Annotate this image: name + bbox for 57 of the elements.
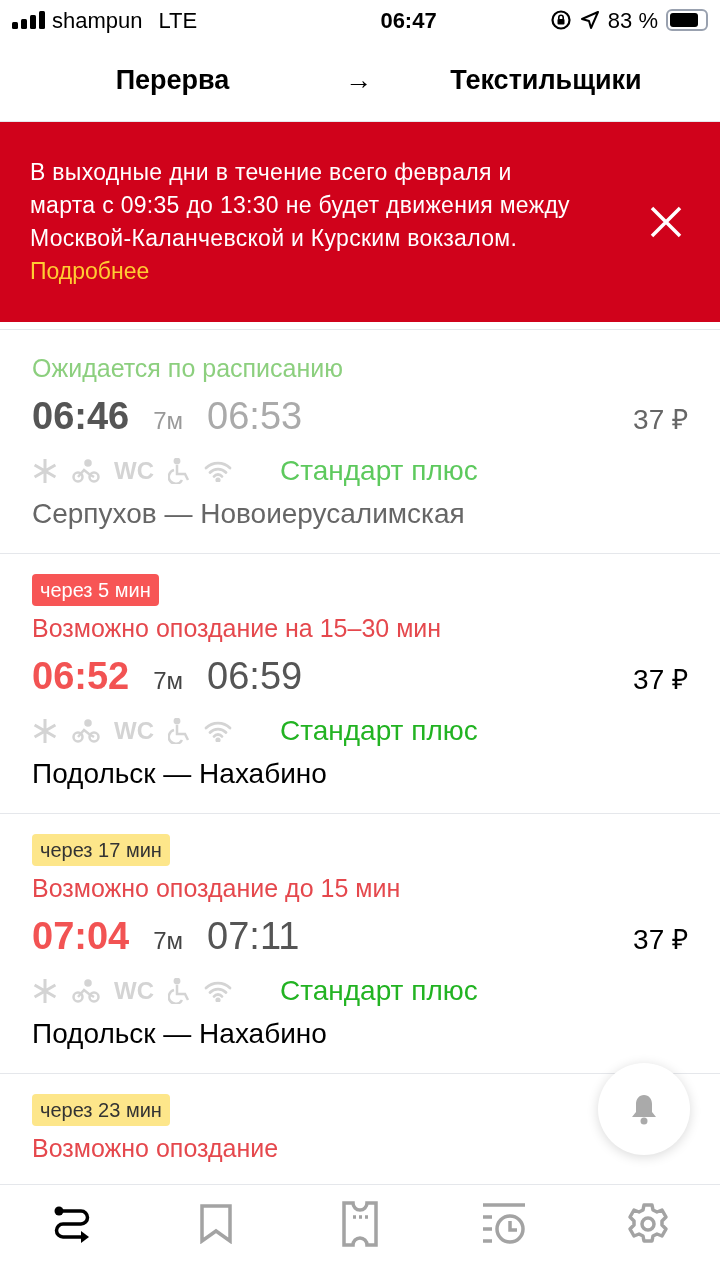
snowflake-icon — [32, 978, 58, 1004]
snowflake-icon — [32, 458, 58, 484]
trip-duration: 7м — [153, 926, 184, 956]
wheelchair-icon — [168, 978, 190, 1004]
trip-duration: 7м — [153, 666, 184, 696]
wifi-icon — [204, 980, 232, 1002]
train-route: Серпухов — Новоиерусалимская — [32, 497, 466, 531]
departure-time: 07:04 — [32, 914, 130, 959]
departure-time: 06:46 — [32, 394, 130, 439]
trip-duration: 7м — [153, 406, 184, 436]
train-route: Подольск — Нахабино — [32, 757, 328, 791]
train-route: Подольск — Нахабино — [32, 1017, 328, 1051]
signal-icon — [12, 11, 46, 29]
bookmark-icon[interactable] — [199, 1204, 233, 1244]
history-icon[interactable] — [482, 1203, 526, 1245]
tariff-name: Стандарт плюс — [280, 714, 478, 748]
battery-percent: 83 % — [607, 6, 658, 35]
clock: 06:47 — [380, 6, 437, 35]
direction-arrow: → — [345, 64, 372, 98]
wheelchair-icon — [168, 458, 190, 484]
carrier-name: shampun — [52, 6, 143, 35]
destination-station[interactable]: Текстильщики — [450, 60, 642, 101]
bicycle-icon — [72, 719, 100, 743]
network-type: LTE — [158, 6, 198, 35]
arrival-time: 07:11 — [207, 914, 300, 959]
rotation-lock-icon — [549, 9, 572, 31]
arrival-time: 06:59 — [207, 654, 303, 699]
train-status: Возможно опоздание на 15–30 мин — [32, 613, 443, 644]
ticket-icon[interactable] — [342, 1201, 378, 1247]
arrival-time: 06:53 — [207, 394, 303, 439]
battery-icon — [666, 9, 708, 31]
origin-station[interactable]: Перерва — [115, 60, 230, 101]
departure-countdown: через 5 мин — [32, 574, 159, 606]
departure-countdown: через 23 мин — [32, 1094, 170, 1126]
wheelchair-icon — [168, 718, 190, 744]
departure-countdown: через 17 мин — [32, 834, 170, 866]
bicycle-icon — [72, 459, 100, 483]
ticket-price: 37 ₽ — [633, 403, 688, 437]
bell-icon — [630, 1093, 658, 1125]
location-arrow-icon — [579, 10, 600, 30]
bicycle-icon — [72, 979, 100, 1003]
ticket-price: 37 ₽ — [633, 663, 688, 697]
notifications-button[interactable] — [598, 1063, 690, 1155]
details-link[interactable]: Подробнее — [30, 255, 570, 288]
train-status: Ожидается по расписанию — [32, 353, 344, 384]
ticket-price: 37 ₽ — [633, 923, 688, 957]
settings-icon[interactable] — [627, 1203, 669, 1245]
wifi-icon — [204, 720, 232, 742]
departure-time: 06:52 — [32, 654, 130, 699]
tariff-name: Стандарт плюс — [280, 454, 478, 488]
train-status: Возможно опоздание до 15 мин — [32, 873, 402, 904]
alert-message: В выходные дни в течение всего февраля и марта с 09:35 до 13:30 не будет движения между Москвой-Каланчевской и Курским вокзалом. — [30, 158, 570, 253]
wifi-icon — [204, 460, 232, 482]
snowflake-icon — [32, 718, 58, 744]
train-status: Возможно опоздание — [32, 1133, 280, 1164]
tariff-name: Стандарт плюс — [280, 974, 478, 1008]
close-icon[interactable] — [650, 206, 682, 238]
